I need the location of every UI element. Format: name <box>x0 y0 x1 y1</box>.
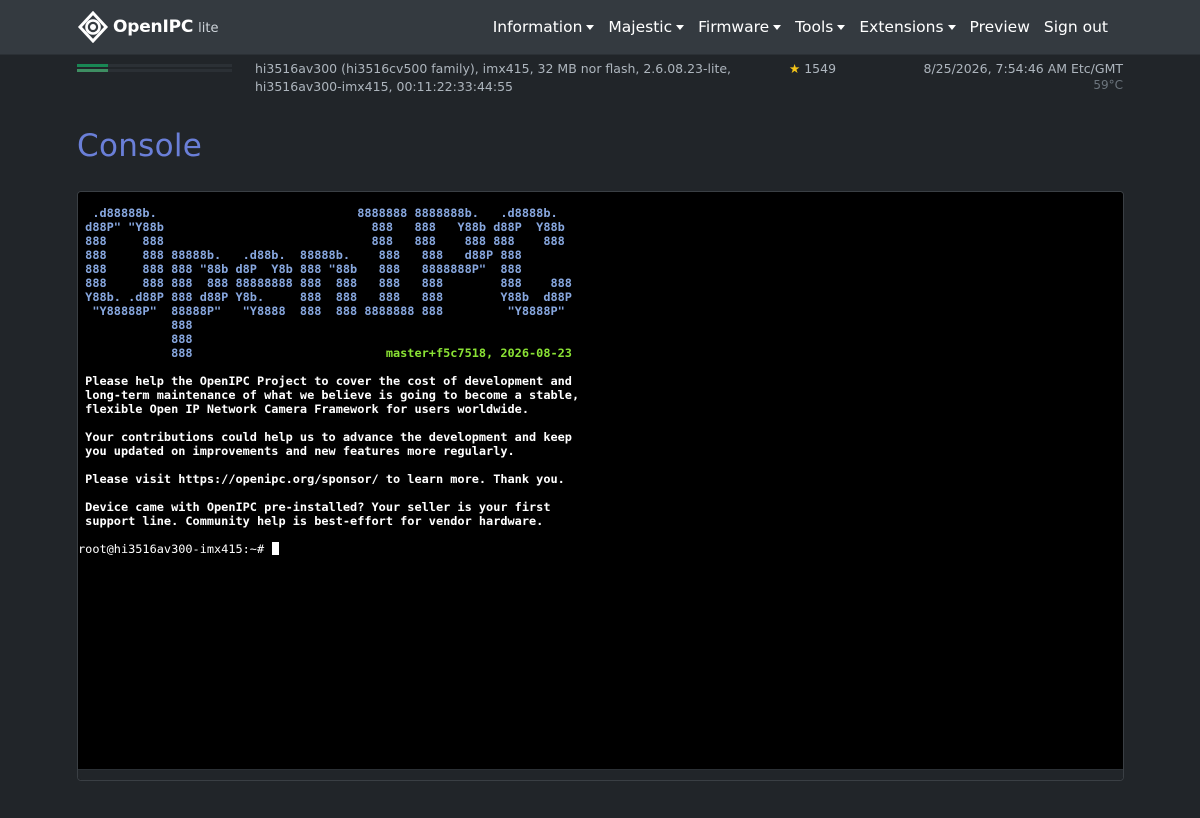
nav-information[interactable]: Information <box>486 18 602 36</box>
chevron-down-icon <box>676 24 685 30</box>
openipc-ascii-logo: .d88888b. 8888888 8888888b. .d8888b. d88… <box>85 206 572 360</box>
terminal-screen[interactable]: .d88888b. 8888888 8888888b. .d8888b. d88… <box>78 192 1123 770</box>
nav-tools[interactable]: Tools <box>788 18 852 36</box>
nav-majestic[interactable]: Majestic <box>601 18 691 36</box>
web-console[interactable]: .d88888b. 8888888 8888888b. .d8888b. d88… <box>77 191 1124 781</box>
firmware-version: master+f5c7518, 2026-08-23 <box>385 346 572 360</box>
chevron-down-icon <box>586 24 595 30</box>
nav-extensions[interactable]: Extensions <box>852 18 962 36</box>
terminal-cursor <box>272 542 280 555</box>
nav-preview[interactable]: Preview <box>963 18 1037 36</box>
nav-extensions-label: Extensions <box>859 18 944 36</box>
stars-count: 1549 <box>804 61 837 76</box>
console-resize-bar <box>78 769 1123 780</box>
memory-usage-fill <box>77 64 108 67</box>
soc-temperature: 59°C <box>1093 78 1123 92</box>
chevron-down-icon <box>837 24 846 30</box>
resource-usage-bars <box>77 64 232 72</box>
device-datetime: 8/25/2026, 7:54:46 AM Etc/GMT <box>923 61 1124 76</box>
overlay-usage-bar <box>77 69 232 72</box>
top-navbar: OpenIPC lite Information Majestic Firmwa… <box>0 0 1200 55</box>
nav-majestic-label: Majestic <box>608 18 673 36</box>
sponsor-message: Please help the OpenIPC Project to cover… <box>85 374 580 528</box>
nav-firmware-label: Firmware <box>698 18 770 36</box>
nav-sign-out[interactable]: Sign out <box>1037 18 1115 36</box>
page-title: Console <box>77 128 203 164</box>
chevron-down-icon <box>947 24 956 30</box>
brand-link[interactable]: OpenIPC lite <box>77 11 218 43</box>
brand-name: OpenIPC <box>113 17 194 37</box>
overlay-usage-fill <box>77 69 108 72</box>
openipc-logo-icon <box>77 11 109 43</box>
brand-sub: lite <box>198 21 219 36</box>
main-nav: Information Majestic Firmware Tools Exte… <box>486 0 1115 54</box>
github-stars[interactable]: ★ 1549 <box>789 60 836 78</box>
status-row: hi3516av300 (hi3516cv500 family), imx415… <box>77 56 1123 96</box>
terminal-output[interactable]: .d88888b. 8888888 8888888b. .d8888b. d88… <box>78 206 579 556</box>
nav-tools-label: Tools <box>795 18 834 36</box>
shell-prompt: root@hi3516av300-imx415:~# <box>78 542 272 556</box>
chevron-down-icon <box>773 24 782 30</box>
star-icon: ★ <box>789 61 801 76</box>
nav-sign-out-label: Sign out <box>1043 18 1108 36</box>
memory-usage-bar <box>77 64 232 67</box>
nav-preview-label: Preview <box>969 18 1030 36</box>
nav-firmware[interactable]: Firmware <box>691 18 788 36</box>
nav-information-label: Information <box>492 18 583 36</box>
device-info: hi3516av300 (hi3516cv500 family), imx415… <box>255 61 732 94</box>
